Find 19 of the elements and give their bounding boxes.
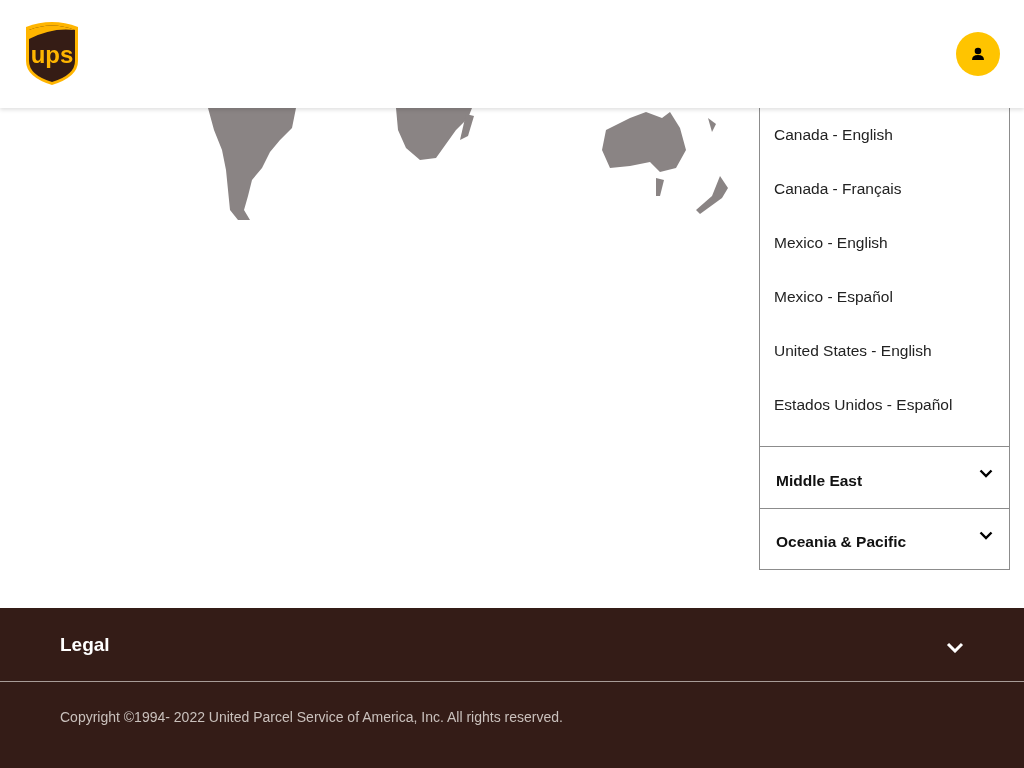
region-name: Oceania & Pacific xyxy=(776,533,907,551)
country-link[interactable]: Estados Unidos - Español xyxy=(760,378,1009,432)
country-link[interactable]: Canada - English xyxy=(760,108,1009,162)
country-link[interactable]: Mexico - Español xyxy=(760,270,1009,324)
country-link[interactable]: Canada - Français xyxy=(760,162,1009,216)
chevron-icon xyxy=(946,642,964,653)
legal-label: Legal xyxy=(60,633,110,656)
region-accordion[interactable]: Oceania & Pacific xyxy=(759,508,1010,570)
country-link[interactable]: Mexico - English xyxy=(760,216,1009,270)
legal-accordion[interactable]: Legal xyxy=(0,608,1024,682)
ups-logo[interactable]: ups xyxy=(24,21,80,87)
account-button[interactable] xyxy=(956,32,1000,76)
country-link[interactable]: United States - English xyxy=(760,324,1009,378)
region-accordion[interactable]: Middle East xyxy=(759,446,1010,508)
chevron-icon xyxy=(979,469,993,478)
person-icon xyxy=(971,47,985,61)
chevron-icon xyxy=(979,530,993,540)
region-name: Middle East xyxy=(776,471,863,490)
copyright-text: Copyright ©1994- 2022 United Parcel Service of America, Inc. All rights reserved. xyxy=(59,708,564,725)
